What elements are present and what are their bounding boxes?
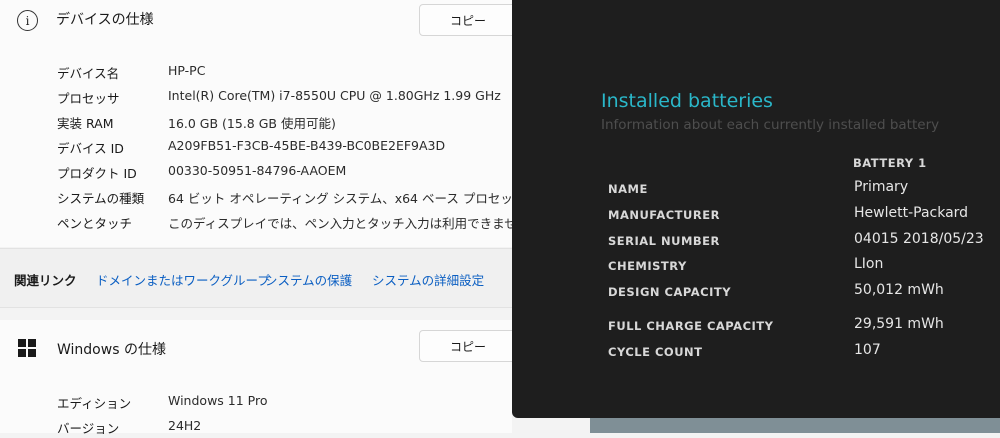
battery-key: CHEMISTRY	[608, 259, 687, 273]
battery-value: 04015 2018/05/23	[854, 231, 984, 247]
spec-key: デバイス名	[57, 66, 120, 81]
info-icon: i	[17, 10, 38, 31]
device-spec-copy-button[interactable]: コピー	[419, 4, 517, 36]
battery-key: SERIAL NUMBER	[608, 234, 720, 248]
related-links-bar: 関連リンク ドメインまたはワークグループ システムの保護 システムの詳細設定	[0, 248, 512, 308]
spec-row: バージョン 24H2	[0, 413, 512, 438]
battery-value: 50,012 mWh	[854, 282, 944, 298]
battery-key: DESIGN CAPACITY	[608, 285, 732, 299]
spec-value: 24H2	[168, 418, 202, 433]
spec-row: ペンとタッチ このディスプレイでは、ペン入力とタッチ入力は利用できません	[0, 208, 529, 233]
battery-value: Hewlett-Packard	[854, 205, 969, 221]
spec-value: Windows 11 Pro	[168, 393, 268, 408]
windows-spec-title: Windows の仕様	[57, 342, 166, 358]
battery-row: NAME Primary	[608, 179, 988, 199]
spec-key: ペンとタッチ	[57, 216, 133, 231]
battery-row: FULL CHARGE CAPACITY 29,591 mWh	[608, 316, 988, 336]
battery-key: MANUFACTURER	[608, 208, 720, 222]
battery-key: FULL CHARGE CAPACITY	[608, 319, 774, 333]
spec-key: プロダクト ID	[57, 166, 137, 181]
battery-column-header: BATTERY 1	[853, 156, 927, 170]
link-domain-workgroup[interactable]: ドメインまたはワークグループ	[96, 270, 270, 289]
battery-report-window: Installed batteries Information about ea…	[512, 0, 1000, 418]
spec-row: システムの種類 64 ビット オペレーティング システム、x64 ベース プロセ…	[0, 183, 525, 208]
battery-value: 29,591 mWh	[854, 316, 944, 332]
spec-row: デバイス ID A209FB51-F3CB-45BE-B439-BC0BE2EF…	[0, 133, 512, 158]
windows-logo-icon	[18, 339, 36, 357]
spec-row: プロセッサ Intel(R) Core(TM) i7-8550U CPU @ 1…	[0, 83, 512, 108]
system-about-pane: i デバイスの仕様 コピー デバイス名 HP-PC プロセッサ Intel(R)…	[0, 0, 529, 436]
spec-value: Intel(R) Core(TM) i7-8550U CPU @ 1.80GHz…	[168, 88, 501, 103]
windows-spec-copy-button[interactable]: コピー	[419, 330, 517, 362]
device-spec-title: デバイスの仕様	[56, 12, 154, 28]
link-system-protection[interactable]: システムの保護	[265, 270, 352, 289]
battery-row: MANUFACTURER Hewlett-Packard	[608, 205, 988, 225]
battery-report-subtitle: Information about each currently install…	[601, 117, 940, 133]
windows-spec-header[interactable]: Windows の仕様 コピー	[0, 320, 517, 375]
spec-key: 実装 RAM	[57, 116, 114, 131]
spec-value: 16.0 GB (15.8 GB 使用可能)	[168, 116, 336, 131]
battery-row: CHEMISTRY LIon	[608, 256, 988, 276]
battery-value: Primary	[854, 179, 909, 195]
spec-row: プロダクト ID 00330-50951-84796-AAOEM	[0, 158, 512, 183]
battery-row: CYCLE COUNT 107	[608, 342, 988, 362]
battery-value: LIon	[854, 256, 884, 272]
spec-key: バージョン	[57, 421, 120, 436]
spec-row: 実装 RAM 16.0 GB (15.8 GB 使用可能)	[0, 108, 512, 133]
spec-value: 00330-50951-84796-AAOEM	[168, 163, 347, 178]
battery-value: 107	[854, 342, 881, 358]
spec-key: デバイス ID	[57, 141, 124, 156]
device-spec-header[interactable]: i デバイスの仕様 コピー	[0, 0, 517, 55]
spec-row: エディション Windows 11 Pro	[0, 388, 512, 413]
spec-key: プロセッサ	[57, 91, 120, 106]
related-links-label: 関連リンク	[14, 273, 77, 288]
spec-row: デバイス名 HP-PC	[0, 58, 512, 83]
link-advanced-system-settings[interactable]: システムの詳細設定	[372, 270, 484, 289]
spec-value: HP-PC	[168, 63, 206, 78]
device-spec-list: デバイス名 HP-PC プロセッサ Intel(R) Core(TM) i7-8…	[0, 54, 529, 247]
battery-row: DESIGN CAPACITY 50,012 mWh	[608, 282, 988, 302]
battery-key: CYCLE COUNT	[608, 345, 703, 359]
spec-key: エディション	[57, 396, 132, 411]
spec-value: このディスプレイでは、ペン入力とタッチ入力は利用できません	[168, 216, 530, 231]
windows-spec-list: エディション Windows 11 Pro バージョン 24H2	[0, 374, 512, 436]
battery-report-title: Installed batteries	[601, 90, 773, 112]
spec-value: A209FB51-F3CB-45BE-B439-BC0BE2EF9A3D	[168, 138, 446, 153]
battery-row: SERIAL NUMBER 04015 2018/05/23	[608, 231, 988, 251]
spec-key: システムの種類	[57, 191, 145, 206]
battery-key: NAME	[608, 182, 648, 196]
background-strip	[590, 418, 1000, 433]
spec-value: 64 ビット オペレーティング システム、x64 ベース プロセッサ	[168, 191, 526, 206]
